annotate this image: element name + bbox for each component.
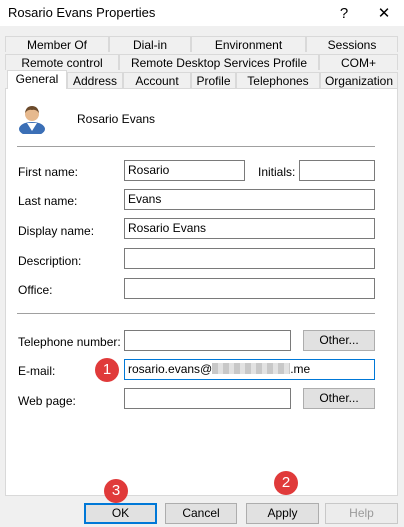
last-name-field[interactable]: Evans bbox=[124, 189, 375, 210]
separator bbox=[17, 146, 375, 147]
tab-dial-in[interactable]: Dial-in bbox=[109, 36, 191, 52]
title-bar: Rosario Evans Properties ? ✕ bbox=[0, 0, 404, 26]
callout-badge-2: 2 bbox=[274, 471, 298, 495]
display-name-field[interactable]: Rosario Evans bbox=[124, 218, 375, 239]
close-icon[interactable]: ✕ bbox=[364, 0, 404, 26]
email-label: E-mail: bbox=[18, 364, 56, 378]
web-page-other-button[interactable]: Other... bbox=[303, 388, 375, 409]
cancel-button[interactable]: Cancel bbox=[165, 503, 237, 524]
ok-button[interactable]: OK bbox=[84, 503, 157, 524]
tab-address[interactable]: Address bbox=[67, 72, 123, 88]
first-name-field[interactable]: Rosario bbox=[124, 160, 245, 181]
first-name-label: First name: bbox=[18, 165, 79, 179]
tab-general[interactable]: General bbox=[7, 70, 67, 89]
tab-account[interactable]: Account bbox=[123, 72, 191, 88]
office-label: Office: bbox=[18, 283, 53, 297]
email-tld: .me bbox=[290, 362, 311, 376]
callout-badge-1: 1 bbox=[95, 358, 119, 382]
email-local-part: rosario.evans@ bbox=[128, 362, 213, 376]
description-label: Description: bbox=[18, 254, 82, 268]
tab-remote-control[interactable]: Remote control bbox=[5, 54, 119, 70]
office-field[interactable] bbox=[124, 278, 375, 299]
apply-button[interactable]: Apply bbox=[246, 503, 319, 524]
tab-com-plus[interactable]: COM+ bbox=[319, 54, 398, 70]
display-name-label: Display name: bbox=[18, 224, 95, 238]
tab-member-of[interactable]: Member Of bbox=[5, 36, 109, 52]
callout-badge-3: 3 bbox=[104, 479, 128, 503]
window-title: Rosario Evans Properties bbox=[8, 5, 156, 20]
initials-label: Initials: bbox=[258, 165, 296, 179]
tab-telephones[interactable]: Telephones bbox=[236, 72, 320, 88]
tab-environment[interactable]: Environment bbox=[191, 36, 306, 52]
user-display-name: Rosario Evans bbox=[77, 112, 156, 126]
telephone-other-button[interactable]: Other... bbox=[303, 330, 375, 351]
user-avatar-icon bbox=[19, 106, 45, 134]
help-icon[interactable]: ? bbox=[324, 0, 364, 26]
initials-field[interactable] bbox=[299, 160, 375, 181]
help-button[interactable]: Help bbox=[325, 503, 398, 524]
last-name-label: Last name: bbox=[18, 194, 78, 208]
tab-organization[interactable]: Organization bbox=[320, 72, 398, 88]
email-field[interactable]: rosario.evans@ .me bbox=[124, 359, 375, 380]
web-page-field[interactable] bbox=[124, 388, 291, 409]
tab-remote-desktop-services-profile[interactable]: Remote Desktop Services Profile bbox=[119, 54, 319, 70]
separator bbox=[17, 313, 375, 314]
telephone-field[interactable] bbox=[124, 330, 291, 351]
tab-sessions[interactable]: Sessions bbox=[306, 36, 398, 52]
tab-profile[interactable]: Profile bbox=[191, 72, 236, 88]
description-field[interactable] bbox=[124, 248, 375, 269]
telephone-label: Telephone number: bbox=[18, 335, 121, 349]
web-page-label: Web page: bbox=[18, 394, 76, 408]
redacted-domain bbox=[212, 363, 291, 374]
